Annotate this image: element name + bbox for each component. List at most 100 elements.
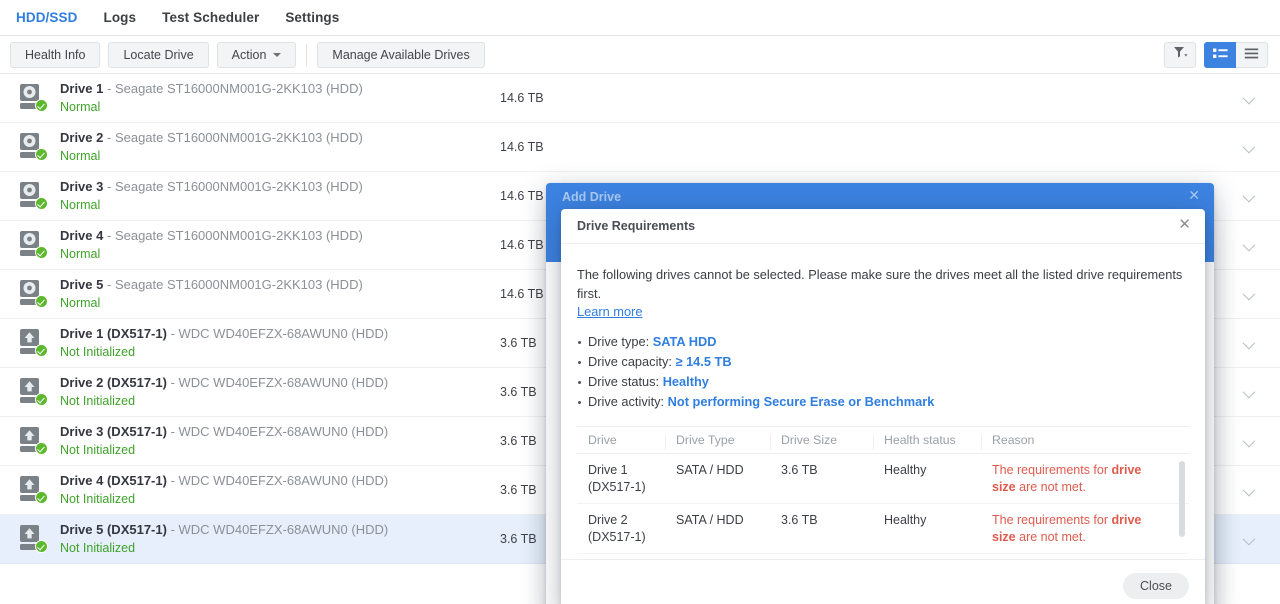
tab-logs[interactable]: Logs (103, 0, 136, 36)
table-column-header[interactable]: Health status (873, 433, 981, 450)
status-ok-badge-icon (35, 148, 48, 161)
drive-status: Normal (60, 198, 101, 212)
table-header-row: Drive Drive Type Drive Size Health status Re… (577, 427, 1189, 454)
chevron-down-icon[interactable] (1242, 434, 1256, 448)
requirement-item: Drive status: Healthy (577, 372, 1189, 392)
chevron-down-icon[interactable] (1242, 238, 1256, 252)
cell-drive-type: SATA / HDD (676, 513, 744, 527)
table-row[interactable]: Drive 1 (DX517-1) SATA / HDD 3.6 TB Healthy T… (577, 454, 1189, 504)
list-view-button[interactable] (1204, 42, 1236, 68)
drive-status: Normal (60, 296, 101, 310)
requirement-item: Drive capacity: ≥ 14.5 TB (577, 352, 1189, 372)
table-body: Drive 1 (DX517-1) SATA / HDD 3.6 TB Healthy T… (577, 454, 1189, 559)
table-column-header[interactable]: Drive (577, 433, 665, 447)
cell-reason: The requirements for drive size are not … (981, 512, 1189, 546)
drive-requirements-description: The following drives cannot be selected.… (577, 267, 1183, 301)
drive-model: - WDC WD40EFZX-68AWUN0 (HDD) (170, 522, 389, 537)
drive-title: Drive 2 (DX517-1) - WDC WD40EFZX-68AWUN0… (60, 374, 500, 391)
table-column-header[interactable]: Drive Size (770, 433, 873, 450)
chevron-down-icon[interactable] (1242, 385, 1256, 399)
drive-title: Drive 1 (DX517-1) - WDC WD40EFZX-68AWUN0… (60, 325, 500, 342)
drive-requirements-close-icon[interactable]: ✕ (1178, 217, 1191, 233)
status-ok-badge-icon (35, 491, 48, 504)
table-column-header[interactable]: Reason (981, 433, 1189, 450)
drive-requirements-title: Drive Requirements (577, 219, 696, 233)
drive-info: Drive 3 - Seagate ST16000NM001G-2KK103 (… (60, 178, 500, 214)
drive-name: Drive 5 (60, 277, 104, 292)
filter-button[interactable] (1164, 42, 1196, 68)
chevron-down-icon[interactable] (1242, 189, 1256, 203)
status-ok-badge-icon (35, 295, 48, 308)
cell-reason: The requirements for drive size are not … (981, 462, 1189, 496)
tab-test-scheduler[interactable]: Test Scheduler (162, 0, 259, 36)
requirement-label: Drive capacity: (588, 354, 672, 369)
reason-pre: The requirements for (992, 463, 1112, 477)
drive-row[interactable]: Drive 2 - Seagate ST16000NM001G-2KK103 (… (0, 123, 1280, 172)
drive-status: Not Initialized (60, 492, 136, 506)
drive-model: - Seagate ST16000NM001G-2KK103 (HDD) (107, 277, 363, 292)
drive-name: Drive 5 (DX517-1) (60, 522, 167, 537)
drive-info: Drive 1 (DX517-1) - WDC WD40EFZX-68AWUN0… (60, 325, 500, 361)
health-info-button[interactable]: Health Info (10, 41, 101, 68)
hard-drive-icon (18, 83, 48, 113)
requirement-value: Healthy (662, 374, 709, 389)
drive-name: Drive 1 (DX517-1) (60, 326, 167, 341)
toolbar-right-group (1164, 42, 1268, 68)
cell-health-status: Healthy (884, 463, 927, 477)
requirement-label: Drive activity: (588, 394, 665, 409)
manage-available-drives-button[interactable]: Manage Available Drives (317, 41, 485, 68)
drive-name: Drive 2 (60, 130, 104, 145)
add-drive-dialog-title: Add Drive (562, 190, 622, 204)
cell-drive-type: SATA / HDD (676, 463, 744, 477)
reason-post: are not met. (1015, 480, 1086, 494)
locate-drive-button[interactable]: Locate Drive (108, 41, 209, 68)
requirement-value: Not performing Secure Erase or Benchmark (667, 394, 935, 409)
close-button-label: Close (1140, 579, 1172, 593)
requirement-label: Drive type: (588, 334, 650, 349)
chevron-down-icon[interactable] (1242, 483, 1256, 497)
status-ok-badge-icon (35, 540, 48, 553)
table-column-header[interactable]: Drive Type (665, 433, 770, 450)
hamburger-menu-icon (1244, 46, 1259, 64)
requirement-item: Drive activity: Not performing Secure Er… (577, 392, 1189, 412)
table-vertical-scrollbar[interactable] (1179, 461, 1185, 537)
drive-requirements-header: Drive Requirements ✕ (561, 209, 1205, 244)
drive-title: Drive 3 - Seagate ST16000NM001G-2KK103 (… (60, 178, 500, 195)
requirements-list: Drive type: SATA HDD Drive capacity: ≥ 14… (577, 332, 1189, 412)
add-drive-close-icon[interactable]: ✕ (1188, 188, 1200, 202)
status-ok-badge-icon (35, 246, 48, 259)
chevron-down-icon[interactable] (1242, 287, 1256, 301)
table-row[interactable]: Drive 2 (DX517-1) SATA / HDD 3.6 TB Healthy T… (577, 504, 1189, 554)
drive-model: - WDC WD40EFZX-68AWUN0 (HDD) (170, 326, 389, 341)
drive-model: - WDC WD40EFZX-68AWUN0 (HDD) (170, 473, 389, 488)
drive-title: Drive 4 - Seagate ST16000NM001G-2KK103 (… (60, 227, 500, 244)
reason-post: are not met. (1015, 530, 1086, 544)
tab-hdd-ssd[interactable]: HDD/SSD (16, 0, 77, 42)
drive-toolbar: Health Info Locate Drive Action Manage A… (0, 36, 1280, 74)
drive-name: Drive 2 (DX517-1) (60, 375, 167, 390)
list-view-icon (1212, 46, 1228, 64)
chevron-down-icon[interactable] (1242, 336, 1256, 350)
learn-more-link[interactable]: Learn more (577, 304, 642, 319)
drive-title: Drive 5 - Seagate ST16000NM001G-2KK103 (… (60, 276, 500, 293)
cell-drive-size: 3.6 TB (781, 463, 818, 477)
action-dropdown-button[interactable]: Action (216, 41, 297, 68)
drive-info: Drive 3 (DX517-1) - WDC WD40EFZX-68AWUN0… (60, 423, 500, 459)
drive-name: Drive 1 (60, 81, 104, 96)
close-button[interactable]: Close (1123, 573, 1189, 599)
chevron-down-icon[interactable] (1242, 140, 1256, 154)
status-ok-badge-icon (35, 197, 48, 210)
menu-button[interactable] (1236, 42, 1268, 68)
chevron-down-icon[interactable] (1242, 91, 1256, 105)
status-ok-badge-icon (35, 344, 48, 357)
cell-drive: Drive 2 (DX517-1) (588, 513, 646, 544)
drive-list[interactable]: Drive 1 - Seagate ST16000NM001G-2KK103 (… (0, 74, 1280, 604)
chevron-down-icon[interactable] (1242, 532, 1256, 546)
drive-info: Drive 2 (DX517-1) - WDC WD40EFZX-68AWUN0… (60, 374, 500, 410)
tab-settings[interactable]: Settings (285, 0, 339, 36)
action-label: Action (231, 47, 267, 62)
tab-settings-label: Settings (285, 9, 340, 25)
drive-info: Drive 2 - Seagate ST16000NM001G-2KK103 (… (60, 129, 500, 165)
drive-row[interactable]: Drive 1 - Seagate ST16000NM001G-2KK103 (… (0, 74, 1280, 123)
drive-title: Drive 2 - Seagate ST16000NM001G-2KK103 (… (60, 129, 500, 146)
